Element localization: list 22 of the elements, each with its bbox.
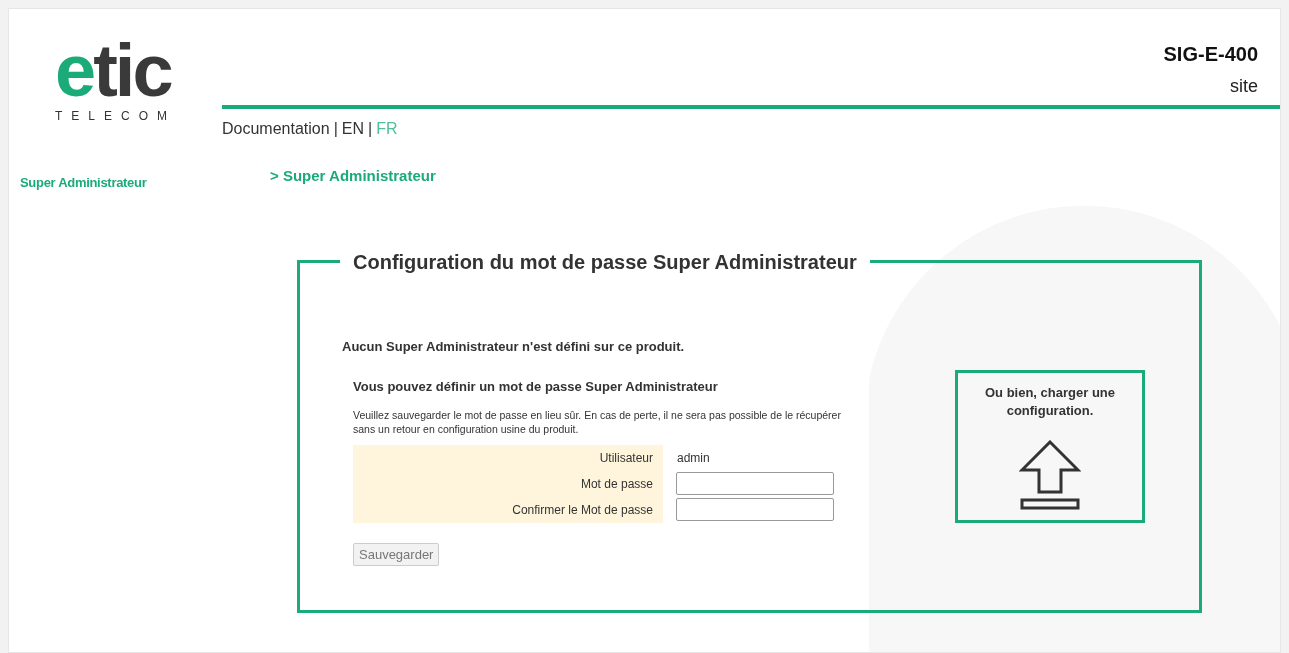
device-site: site: [1230, 75, 1258, 98]
nav-separator: |: [333, 119, 338, 139]
save-button[interactable]: Sauvegarder: [353, 542, 440, 566]
upload-label: Ou bien, charger une configuration.: [984, 383, 1116, 420]
upload-panel[interactable]: Ou bien, charger une configuration.: [955, 369, 1145, 523]
user-value: admin: [677, 449, 710, 467]
password-field[interactable]: [676, 472, 834, 495]
form-subtitle: Vous pouvez définir un mot de passe Super Administrateur: [353, 378, 719, 396]
nav-link[interactable]: Documentation: [222, 117, 330, 141]
breadcrumb: > Super Administrateur: [270, 166, 437, 186]
help-text: Veuillez sauvegarder le mot de passe en lieu sûr. En cas de perte, il ne sera pas possible de le récupérer sans un retour en configuration usine du produit.: [353, 407, 842, 436]
nav-link[interactable]: EN: [341, 117, 364, 141]
field-label: Utilisateur: [353, 444, 663, 471]
nav-separator: |: [368, 119, 373, 139]
logo-tagline: TELECOM: [55, 108, 177, 125]
notice-text: Aucun Super Administrateur n'est défini sur ce produit.: [342, 337, 686, 356]
logo-wordmark: etic: [55, 39, 173, 103]
field-label: Mot de passe: [353, 470, 663, 497]
device-model: SIG-E-400: [1163, 42, 1258, 67]
password-field[interactable]: [676, 498, 834, 521]
upload-icon[interactable]: [1019, 439, 1081, 510]
field-label: Confirmer le Mot de passe: [353, 496, 663, 523]
